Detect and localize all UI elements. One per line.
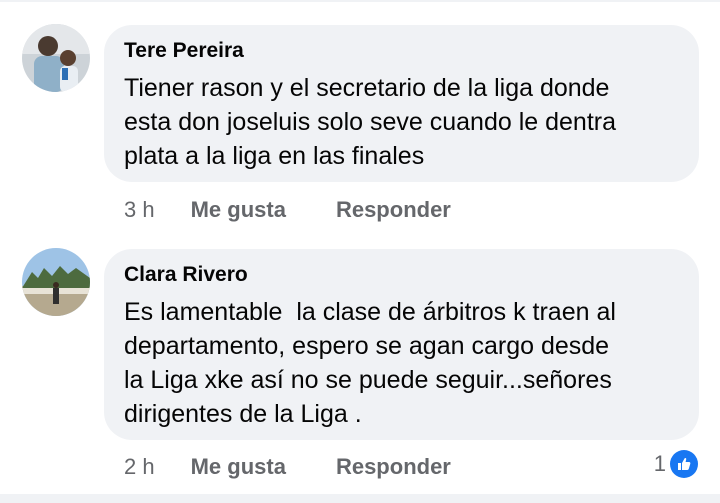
comment-actions: 2 h Me gusta Responder bbox=[124, 452, 501, 482]
reaction-count: 1 bbox=[653, 451, 666, 476]
comment-text: Es lamentable la clase de árbitros k tra… bbox=[124, 298, 616, 428]
avatar[interactable] bbox=[22, 248, 90, 316]
reply-button[interactable]: Responder bbox=[336, 197, 451, 223]
reaction-summary[interactable]: 1 bbox=[654, 449, 698, 479]
like-icon bbox=[670, 450, 698, 478]
comment-text: Tiener rason y el secretario de la liga … bbox=[124, 74, 616, 170]
avatar[interactable] bbox=[22, 24, 90, 92]
comment-bubble: Tere Pereira Tiener rason y el secretari… bbox=[104, 25, 699, 182]
comment-author[interactable]: Tere Pereira bbox=[124, 39, 679, 63]
divider-top bbox=[0, 0, 720, 2]
comment-timestamp[interactable]: 2 h bbox=[124, 454, 155, 480]
comment-actions: 3 h Me gusta Responder bbox=[124, 195, 501, 225]
reply-button[interactable]: Responder bbox=[336, 454, 451, 480]
like-button[interactable]: Me gusta bbox=[191, 197, 286, 223]
comment-timestamp[interactable]: 3 h bbox=[124, 197, 155, 223]
comment-bubble: Clara Rivero Es lamentable la clase de á… bbox=[104, 249, 699, 440]
divider-bottom bbox=[0, 494, 720, 503]
comment-author[interactable]: Clara Rivero bbox=[124, 263, 679, 287]
like-button[interactable]: Me gusta bbox=[191, 454, 286, 480]
